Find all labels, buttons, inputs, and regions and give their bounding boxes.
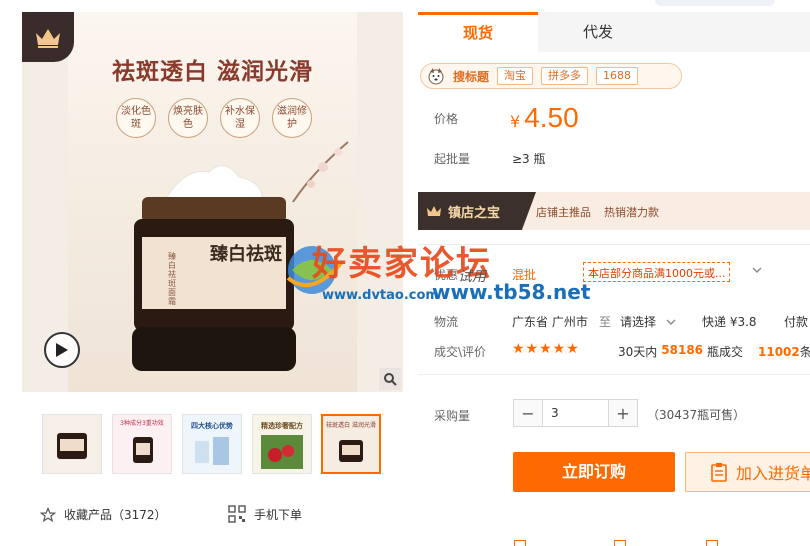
tab-dropship[interactable]: 代发 [538,12,658,52]
increase-button[interactable]: + [609,400,637,426]
star-outline-icon [40,506,56,522]
bottom-service-row [418,540,810,546]
clipboard-icon [711,463,727,482]
currency-symbol: ¥ [510,112,521,131]
payment-info: 付款 [784,315,809,329]
crown-badge [22,12,74,62]
rating-stars: ★★★★★ [512,341,580,357]
sales-label: 成交\评价 [434,345,487,359]
search-tag-taobao[interactable]: 淘宝 [497,67,534,85]
favorite-label: 收藏产品（3172） [64,508,167,522]
dog-face-icon [428,68,444,85]
available-stock: （30437瓶可售） [647,408,746,422]
price-value-group: ¥ 4.50 [510,102,579,134]
sales-count-group: 30天内 58186 瓶成交 [618,343,743,360]
thumb-caption: 精选珍奢配方 [261,422,303,430]
mobile-order-label: 手机下单 [254,507,303,522]
chevron-down-icon [666,319,676,325]
zoom-button[interactable] [379,368,401,390]
tab-spot-goods[interactable]: 现货 [418,12,538,52]
sales-period: 30天内 [618,345,658,359]
product-artwork: 祛斑透白 滋润光滑 淡化色斑 焕亮肤色 补水保湿 滋润修护 臻白祛斑 臻白祛斑面… [68,12,357,392]
review-count: 11002 [758,345,800,359]
price-label: 价格 [434,112,459,126]
treasure-tag: 热销潜力款 [604,206,659,219]
thumb-caption: 四大核心优势 [191,422,233,430]
jar-subtext: 臻白祛斑面霜 [168,252,176,306]
thumbnail-4[interactable]: 精选珍奢配方 [252,414,312,474]
thumb-jar-image [339,440,363,462]
sales-count: 58186 [661,343,704,357]
thumb-caption: 祛斑透白 滋润光滑 [326,422,376,429]
play-video-button[interactable] [44,332,80,368]
promo-type: 混批 [512,268,537,282]
logistics-label: 物流 [434,315,459,329]
promo-label: 优惠 [434,268,459,282]
top-decoration [655,0,775,6]
logistics-to: 至 [599,315,612,329]
add-to-cart-button[interactable]: 加入进货单 [685,452,810,492]
search-tag-pinduoduo[interactable]: 拼多多 [541,67,589,85]
thumb-chart-image [195,437,229,465]
decrease-button[interactable]: − [514,400,542,426]
moq-label: 起批量 [434,152,471,166]
play-icon [56,343,68,357]
review-suffix: 条 [799,345,810,359]
jar-label: 臻白祛斑 [210,244,282,265]
destination-select[interactable]: 请选择 [620,313,676,330]
search-title-bar[interactable]: 搜标题 淘宝 拼多多 1688 [420,63,682,89]
thumb-product-image [133,437,153,463]
watermark-note: 试用 [458,269,486,285]
divider [418,374,810,375]
watermark-url-2: www.tb58.net [432,280,591,304]
search-tag-1688[interactable]: 1688 [596,67,639,85]
moq-value: ≥3 瓶 [512,152,546,166]
ad-title: 祛斑透白 滋润光滑 [111,58,313,85]
destination-value: 请选择 [620,315,657,329]
promo-coupon[interactable]: 本店部分商品满1000元或... [583,262,731,282]
feature-badge: 焕亮肤色 [168,98,208,138]
shipping-fee: 快递 ¥3.8 [702,315,757,329]
price-value: 4.50 [524,102,579,133]
thumb-fruit-image [261,435,303,469]
main-product-image[interactable]: 祛斑透白 滋润光滑 淡化色斑 焕亮肤色 补水保湿 滋润修护 臻白祛斑 臻白祛斑面… [22,12,403,392]
quantity-input[interactable]: 3 [542,400,609,426]
sales-unit: 瓶成交 [707,345,744,359]
add-to-cart-label: 加入进货单 [736,464,810,483]
thumbnail-3[interactable]: 四大核心优势 [182,414,242,474]
thumbnail-5[interactable]: 祛斑透白 滋润光滑 [321,414,381,474]
treasure-header: 镇店之宝 [418,192,536,230]
feature-badge: 淡化色斑 [116,98,156,138]
quantity-stepper: − 3 + [513,399,638,427]
magnifier-icon [384,373,397,386]
review-count-link[interactable]: 11002条 [758,343,810,360]
treasure-title: 镇店之宝 [448,205,501,221]
chevron-down-icon [752,267,762,273]
crown-icon [427,206,441,216]
crown-icon [36,29,60,48]
divider [418,244,810,245]
store-treasure-banner[interactable]: 镇店之宝 店铺主推品 热销潜力款 [418,192,810,230]
favorite-button[interactable]: 收藏产品（3172） [40,506,167,523]
search-title-label: 搜标题 [453,69,490,84]
thumbnail-2[interactable]: 3种成分3重功效 [112,414,172,474]
thumbnail-1[interactable] [42,414,102,474]
order-now-button[interactable]: 立即订购 [513,452,675,492]
promo-expand[interactable] [752,264,762,278]
feature-badge: 补水保湿 [220,98,260,138]
qr-code-icon [228,505,246,523]
thumb-jar-image [43,415,101,473]
order-type-tabs: 现货 代发 [418,12,810,52]
logistics-origin: 广东省 广州市 [512,315,588,329]
quantity-label: 采购量 [434,409,471,423]
treasure-tag: 店铺主推品 [536,206,591,219]
mobile-order-button[interactable]: 手机下单 [228,505,302,523]
thumb-caption: 3种成分3重功效 [120,420,164,427]
